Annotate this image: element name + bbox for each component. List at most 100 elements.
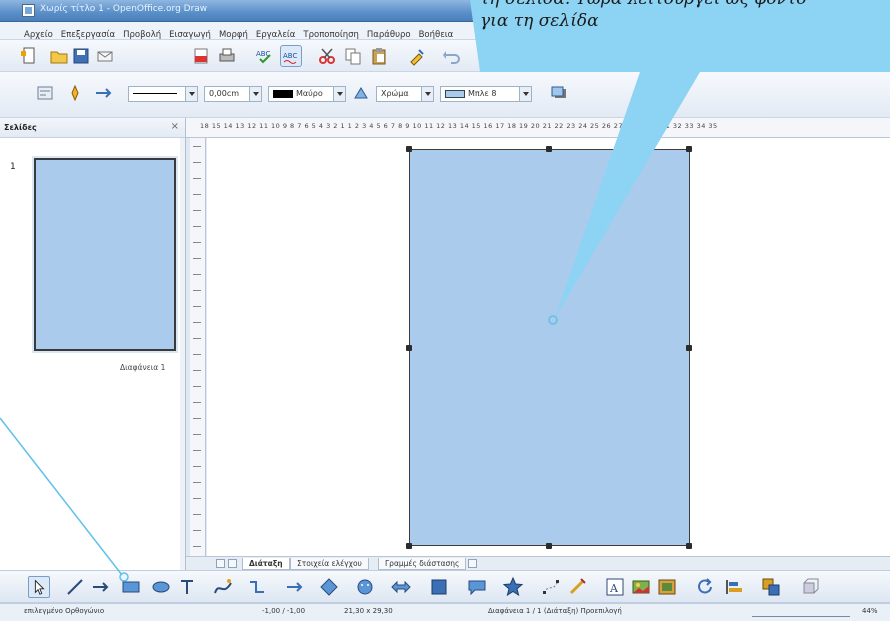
tab-nav-next-icon[interactable] (468, 559, 477, 568)
line-color-value: Μαύρο (296, 89, 323, 98)
ruler-tick (193, 466, 201, 467)
line-arrow-icon[interactable] (90, 576, 112, 598)
styles-icon[interactable] (34, 82, 56, 104)
tab-nav-prev-icon[interactable] (228, 559, 237, 568)
extrusion-icon[interactable] (800, 576, 822, 598)
selection-handle[interactable] (546, 543, 552, 549)
ruler-tick (193, 338, 201, 339)
line-color-select[interactable]: Μαύρο (268, 86, 346, 102)
autospellcheck-icon[interactable]: ABC (280, 45, 302, 67)
fontwork-icon[interactable]: A (604, 576, 626, 598)
ruler-tick (193, 194, 201, 195)
ruler-tick (193, 274, 201, 275)
arrow-style-icon[interactable] (92, 82, 114, 104)
close-icon[interactable]: × (171, 121, 179, 132)
from-file-icon[interactable] (630, 576, 652, 598)
ruler-tick (193, 370, 201, 371)
ellipse-icon[interactable] (150, 576, 172, 598)
paste-icon[interactable] (368, 45, 390, 67)
rectangle-icon[interactable] (120, 576, 142, 598)
stars-icon[interactable] (502, 576, 524, 598)
export-pdf-icon[interactable] (190, 45, 212, 67)
menu-item[interactable]: Παράθυρο (363, 26, 415, 40)
email-icon[interactable] (94, 45, 116, 67)
menu-item[interactable]: Επεξεργασία (57, 26, 119, 40)
basic-shapes-icon[interactable] (318, 576, 340, 598)
selection-handle[interactable] (406, 543, 412, 549)
status-zoom: 44% (862, 607, 878, 615)
open-folder-icon[interactable] (48, 45, 70, 67)
chevron-down-icon (519, 87, 531, 101)
slide-thumbnail-label: Διαφάνεια 1 (120, 363, 166, 372)
curve-icon[interactable] (212, 576, 234, 598)
ruler-tick (193, 258, 201, 259)
tab-nav-first-icon[interactable] (216, 559, 225, 568)
print-icon[interactable] (216, 45, 238, 67)
save-icon[interactable] (70, 45, 92, 67)
line-width-field[interactable]: 0,00cm (204, 86, 262, 102)
zoom-slider[interactable] (752, 609, 850, 617)
line-style-select[interactable] (128, 86, 198, 102)
clone-formatting-icon[interactable] (406, 45, 428, 67)
ruler-tick (193, 546, 201, 547)
tab-layout[interactable]: Διάταξη (242, 558, 290, 570)
tab-controls[interactable]: Στοιχεία ελέγχου (290, 558, 369, 570)
callout-text: τη σελίδα. Τώρα λειτουργεί ως φόντο για … (480, 0, 890, 32)
menu-item[interactable]: Μορφή (215, 26, 252, 40)
ruler-tick (193, 530, 201, 531)
slide-thumbnail[interactable] (34, 158, 176, 351)
status-size: 21,30 x 29,30 (344, 607, 393, 615)
menu-item[interactable]: Προβολή (119, 26, 165, 40)
lines-arrows-icon[interactable] (284, 576, 306, 598)
gallery-icon[interactable] (656, 576, 678, 598)
copy-icon[interactable] (342, 45, 364, 67)
chevron-down-icon (249, 87, 261, 101)
flowchart-icon[interactable] (428, 576, 450, 598)
selection-handle[interactable] (406, 146, 412, 152)
drawing-toolbar: A (0, 570, 890, 603)
rotate-icon[interactable] (694, 576, 716, 598)
glue-points-icon[interactable] (566, 576, 588, 598)
area-style-select[interactable]: Χρώμα (376, 86, 434, 102)
points-icon[interactable] (540, 576, 562, 598)
tab-dimension-lines[interactable]: Γραμμές διάστασης (378, 558, 467, 570)
selection-handle[interactable] (686, 146, 692, 152)
block-arrows-icon[interactable] (390, 576, 412, 598)
arrange-icon[interactable] (760, 576, 782, 598)
area-color-select[interactable]: Μπλε 8 (440, 86, 532, 102)
spellcheck-icon[interactable]: ABC (254, 45, 276, 67)
slide-number: 1 (10, 162, 16, 172)
symbol-shapes-icon[interactable] (354, 576, 376, 598)
selection-handle[interactable] (686, 543, 692, 549)
cut-icon[interactable] (316, 45, 338, 67)
connector-icon[interactable] (246, 576, 268, 598)
shadow-icon[interactable] (548, 82, 570, 104)
menu-item[interactable]: Βοήθεια (415, 26, 458, 40)
window-title: Χωρίς τίτλο 1 - OpenOffice.org Draw (40, 4, 208, 14)
slides-pane: Σελίδες × 1 Διαφάνεια 1 (0, 118, 186, 570)
status-position: -1,00 / -1,00 (262, 607, 306, 615)
vertical-ruler[interactable] (190, 138, 206, 556)
selection-handle[interactable] (686, 345, 692, 351)
line-tool-icon[interactable] (64, 82, 86, 104)
line-icon[interactable] (64, 576, 86, 598)
menu-item[interactable]: Εργαλεία (252, 26, 300, 40)
selection-handle[interactable] (406, 345, 412, 351)
menu-item[interactable]: Αρχείο (20, 26, 57, 40)
alignment-icon[interactable] (724, 576, 746, 598)
ruler-tick (193, 306, 201, 307)
chevron-down-icon (185, 87, 197, 101)
area-icon[interactable] (350, 82, 372, 104)
menu-item[interactable]: Τροποποίηση (299, 26, 362, 40)
selection-handle[interactable] (546, 146, 552, 152)
new-document-icon[interactable] (18, 45, 40, 67)
slides-pane-scrollbar[interactable] (180, 138, 185, 570)
callouts-icon[interactable] (466, 576, 488, 598)
menu-item[interactable]: Εισαγωγή (165, 26, 215, 40)
ruler-tick (193, 226, 201, 227)
page-background-rectangle[interactable] (409, 149, 690, 546)
select-icon[interactable] (28, 576, 50, 598)
undo-icon[interactable] (440, 45, 462, 67)
horizontal-ruler[interactable]: 18 15 14 13 12 11 10 9 8 7 6 5 4 3 2 1 1… (186, 118, 890, 138)
text-icon[interactable] (176, 576, 198, 598)
